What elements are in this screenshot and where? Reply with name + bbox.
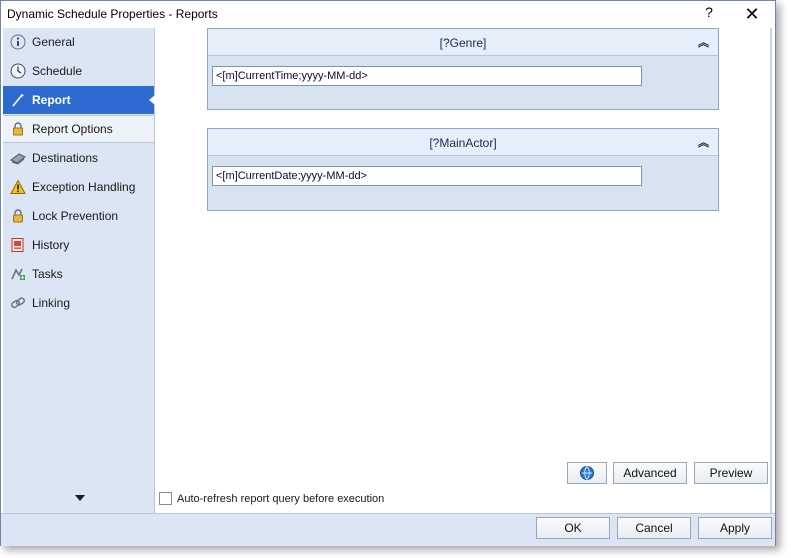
sidebar-item-label: Tasks bbox=[32, 267, 63, 281]
sidebar-item-report[interactable]: Report bbox=[3, 86, 155, 114]
tasks-icon bbox=[10, 266, 26, 282]
destinations-icon bbox=[10, 150, 26, 166]
sidebar-item-label: Destinations bbox=[32, 151, 99, 165]
parameter-header[interactable]: [?Genre] ︽ bbox=[208, 29, 718, 56]
parameter-group-genre: [?Genre] ︽ bbox=[207, 28, 719, 110]
sidebar-item-general[interactable]: General bbox=[3, 28, 154, 56]
help-button[interactable]: ? bbox=[700, 4, 718, 24]
sidebar-item-label: Linking bbox=[32, 296, 71, 310]
sidebar-item-destinations[interactable]: Destinations bbox=[3, 144, 154, 172]
main-panel: [?Genre] ︽ [?MainActor] ︽ Advanced Previ… bbox=[155, 28, 772, 513]
parameter-name: [?MainActor] bbox=[429, 136, 497, 150]
auto-refresh-row[interactable]: Auto-refresh report query before executi… bbox=[159, 492, 384, 505]
collapse-icon[interactable]: ︽ bbox=[698, 134, 709, 150]
advanced-button[interactable]: Advanced bbox=[613, 462, 687, 484]
history-icon bbox=[10, 237, 26, 253]
auto-refresh-label: Auto-refresh report query before executi… bbox=[177, 492, 385, 505]
refresh-globe-icon bbox=[579, 465, 595, 487]
sidebar-item-label: Exception Handling bbox=[32, 180, 136, 194]
lock-options-icon bbox=[10, 121, 26, 137]
sidebar-item-lock-prevention[interactable]: Lock Prevention bbox=[3, 202, 154, 230]
title-bar: Dynamic Schedule Properties - Reports ? … bbox=[1, 1, 775, 27]
link-icon bbox=[10, 295, 26, 311]
sidebar-item-linking[interactable]: Linking bbox=[3, 289, 154, 317]
parameter-group-mainactor: [?MainActor] ︽ bbox=[207, 128, 719, 211]
sidebar-item-history[interactable]: History bbox=[3, 231, 154, 259]
sidebar-item-exception-handling[interactable]: Exception Handling bbox=[3, 173, 154, 201]
ok-button[interactable]: OK bbox=[536, 517, 610, 539]
sidebar-item-tasks[interactable]: Tasks bbox=[3, 260, 154, 288]
sidebar-item-label: Lock Prevention bbox=[32, 209, 119, 223]
window-title: Dynamic Schedule Properties - Reports bbox=[7, 7, 218, 21]
sidebar-more-arrow-icon[interactable] bbox=[75, 495, 85, 501]
scrollbar-track[interactable] bbox=[770, 28, 772, 513]
close-button[interactable]: ✕ bbox=[741, 3, 763, 25]
cancel-button[interactable]: Cancel bbox=[617, 517, 691, 539]
auto-refresh-checkbox[interactable] bbox=[159, 492, 172, 505]
warning-icon bbox=[10, 179, 26, 195]
clock-icon bbox=[10, 63, 26, 79]
parameter-value-input[interactable] bbox=[212, 166, 642, 186]
apply-button[interactable]: Apply bbox=[698, 517, 772, 539]
sidebar-item-schedule[interactable]: Schedule bbox=[3, 57, 154, 85]
sidebar-item-label: Report Options bbox=[32, 122, 113, 136]
parameter-value-input[interactable] bbox=[212, 66, 642, 86]
sidebar-item-label: Report bbox=[32, 93, 71, 107]
sidebar-item-label: Schedule bbox=[32, 64, 83, 78]
refresh-parameters-button[interactable] bbox=[567, 462, 607, 484]
sidebar-item-label: History bbox=[32, 238, 70, 252]
dialog-footer: OK Cancel Apply bbox=[1, 513, 775, 546]
sidebar-item-report-options[interactable]: Report Options bbox=[3, 115, 154, 143]
collapse-icon[interactable]: ︽ bbox=[698, 34, 709, 50]
preview-button[interactable]: Preview bbox=[694, 462, 768, 484]
parameter-header[interactable]: [?MainActor] ︽ bbox=[208, 129, 718, 156]
sidebar: General Schedule Report Report Options D… bbox=[3, 28, 155, 513]
parameter-name: [?Genre] bbox=[439, 36, 487, 50]
sidebar-item-label: General bbox=[32, 35, 75, 49]
info-icon bbox=[10, 34, 26, 50]
lock-icon bbox=[10, 208, 26, 224]
report-icon bbox=[10, 92, 26, 108]
dialog-window: Dynamic Schedule Properties - Reports ? … bbox=[0, 0, 776, 546]
